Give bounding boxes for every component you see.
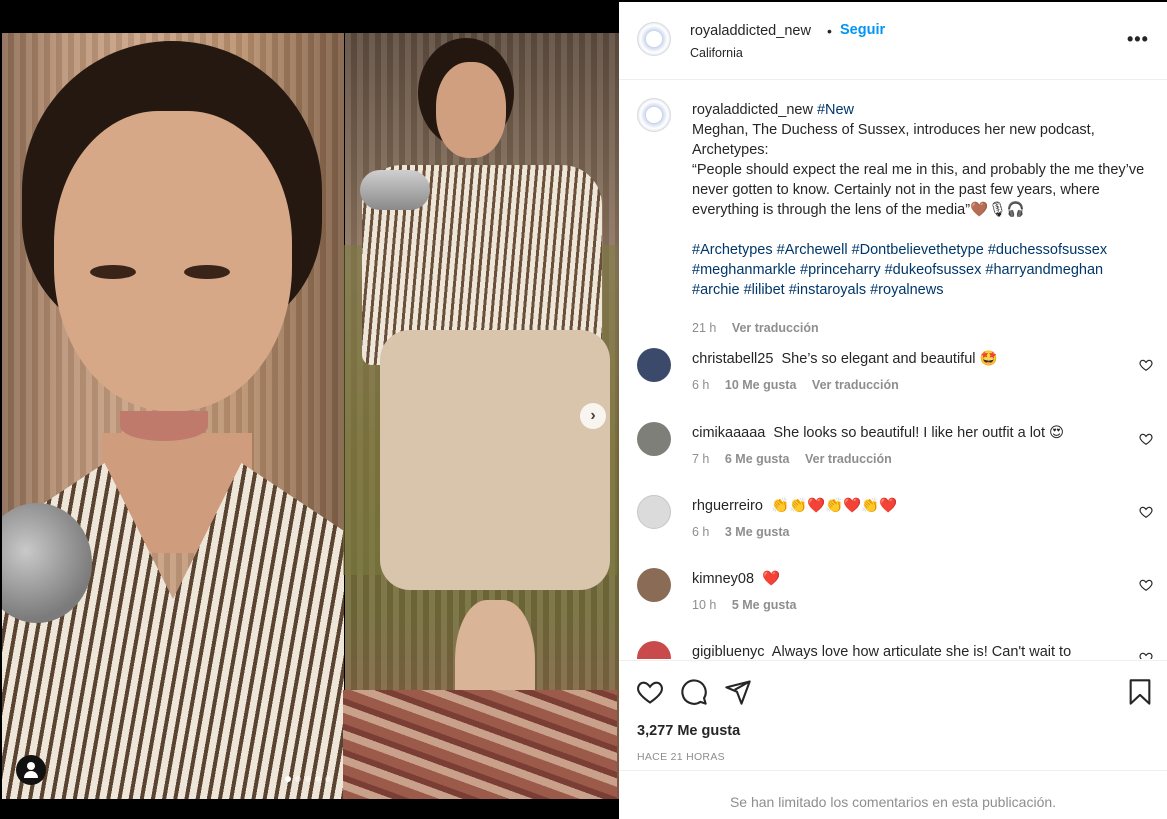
comment-text: She’s so elegant and beautiful 🤩 [781,351,998,367]
carousel-dot [305,776,311,782]
carousel-image[interactable] [2,33,619,799]
like-heart-icon[interactable] [636,678,664,706]
caption-username[interactable]: royaladdicted_new [692,102,813,118]
commenter-avatar[interactable] [637,422,671,456]
carousel-dot [315,776,321,782]
comment-item: gigibluenyc Always love how articulate s… [619,641,1167,659]
caption-time[interactable]: 21 h [692,321,716,335]
caption-hashtag[interactable]: #New [817,102,854,118]
commenter-avatar[interactable] [637,495,671,529]
author-avatar[interactable] [637,98,671,132]
comment-text: 👏👏❤️👏❤️👏❤️ [770,498,898,514]
carousel-dot [285,776,291,782]
caption-text: Meghan, The Duchess of Sussex, introduce… [692,122,1095,158]
caption-hashtags[interactable]: #Archetypes #Archewell #Dontbelievethety… [692,242,1107,298]
commenter-username[interactable]: christabell25 [692,351,773,367]
post-actions: 3,277 Me gusta HACE 21 HORAS [619,660,1167,770]
comments-list[interactable]: royaladdicted_new #New Meghan, The Duche… [619,80,1167,659]
comment-time[interactable]: 7 h [692,452,709,466]
comment-likes[interactable]: 5 Me gusta [732,598,797,612]
share-send-icon[interactable] [724,678,752,706]
follow-button[interactable]: Seguir [840,22,885,38]
heart-icon[interactable] [1139,651,1153,659]
separator-dot: • [827,23,832,39]
commenter-username[interactable]: gigibluenyc [692,644,765,659]
carousel-indicator [285,776,331,782]
post-side-panel: royaladdicted_new • Seguir California ••… [619,0,1167,819]
commenter-username[interactable]: kimney08 [692,571,754,587]
comment-text: ❤️ [762,571,781,587]
comment-item: cimikaaaaa She looks so beautiful! I lik… [619,422,1167,492]
comment-text: She looks so beautiful! I like her outfi… [773,425,1065,441]
tagged-user-icon[interactable] [16,755,46,785]
chevron-right-icon: › [590,407,596,424]
heart-icon[interactable] [1139,578,1153,592]
heart-icon[interactable] [1139,505,1153,519]
comment-bubble-icon[interactable] [680,678,708,706]
commenter-avatar[interactable] [637,641,671,659]
comment-time[interactable]: 6 h [692,525,709,539]
author-avatar[interactable] [637,22,671,56]
carousel-dot [295,776,301,782]
comment-item: kimney08 ❤️ 10 h 5 Me gusta [619,568,1167,638]
comment-time[interactable]: 6 h [692,378,709,392]
commenter-username[interactable]: rhguerreiro [692,498,763,514]
comment-text: Always love how articulate she is! Can't… [771,644,1072,659]
comment-likes[interactable]: 3 Me gusta [725,525,790,539]
caption-quote: “People should expect the real me in thi… [692,162,1145,218]
bookmark-icon[interactable] [1126,678,1154,706]
author-username[interactable]: royaladdicted_new [690,23,811,39]
translate-link[interactable]: Ver traducción [812,378,899,392]
likes-count[interactable]: 3,277 Me gusta [637,723,740,739]
comment-likes[interactable]: 6 Me gusta [725,452,790,466]
heart-icon[interactable] [1139,358,1153,372]
translate-link[interactable]: Ver traducción [805,452,892,466]
carousel-dot [325,776,331,782]
photo-left-closeup [2,33,344,799]
more-options-icon[interactable]: ••• [1127,30,1149,48]
post-header: royaladdicted_new • Seguir California ••… [619,2,1167,80]
translate-link[interactable]: Ver traducción [732,321,819,335]
comments-limited-notice: Se han limitado los comentarios en esta … [619,770,1167,819]
post-media[interactable]: › [0,0,619,819]
commenter-avatar[interactable] [637,348,671,382]
commenter-username[interactable]: cimikaaaaa [692,425,765,441]
comment-time[interactable]: 10 h [692,598,716,612]
comment-item: rhguerreiro 👏👏❤️👏❤️👏❤️ 6 h 3 Me gusta [619,495,1167,565]
comment-item: christabell25 She’s so elegant and beaut… [619,348,1167,418]
comment-likes[interactable]: 10 Me gusta [725,378,797,392]
post-timestamp[interactable]: HACE 21 HORAS [637,751,725,763]
heart-icon[interactable] [1139,432,1153,446]
carousel-next-button[interactable]: › [580,403,606,429]
commenter-avatar[interactable] [637,568,671,602]
post-location[interactable]: California [690,46,743,60]
